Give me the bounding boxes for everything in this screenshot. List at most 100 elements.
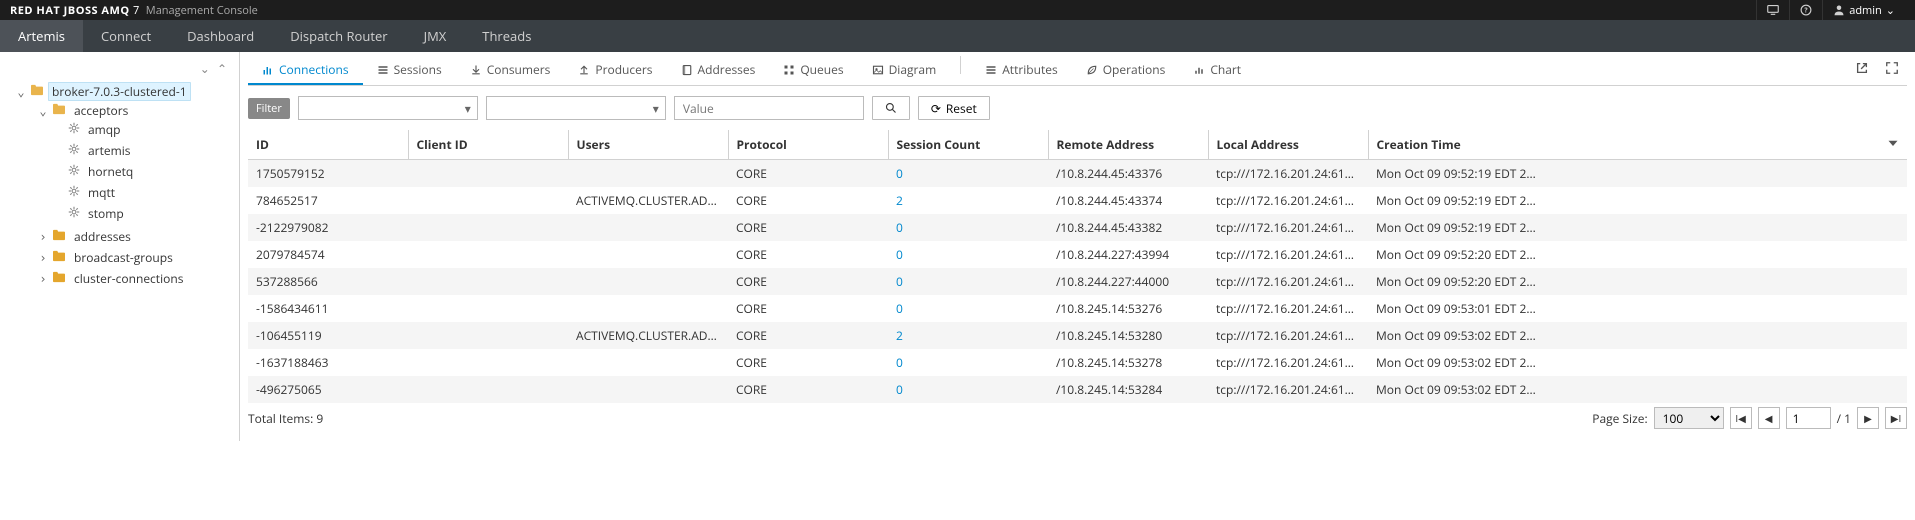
col-users[interactable]: Users xyxy=(568,130,728,160)
table-row[interactable]: 1750579152CORE0/10.8.244.45:43376tcp:///… xyxy=(248,160,1907,188)
help-icon[interactable]: ? xyxy=(1789,0,1822,20)
table-row[interactable]: -496275065CORE0/10.8.245.14:53284tcp:///… xyxy=(248,376,1907,403)
tree-twisty[interactable]: › xyxy=(38,272,48,286)
session-count-link[interactable]: 0 xyxy=(896,246,903,263)
pager-next-button[interactable]: ▶ xyxy=(1857,407,1879,429)
table-row[interactable]: 2079784574CORE0/10.8.244.227:43994tcp://… xyxy=(248,241,1907,268)
gear-icon xyxy=(68,143,80,155)
tree-node-broadcast-groups[interactable]: broadcast-groups xyxy=(70,248,177,267)
col-remote-address[interactable]: Remote Address xyxy=(1048,130,1208,160)
col-protocol[interactable]: Protocol xyxy=(728,130,888,160)
tree-twisty[interactable]: ⌄ xyxy=(16,85,26,99)
page-size-select[interactable]: 100 xyxy=(1654,407,1724,429)
external-link-icon[interactable] xyxy=(1855,61,1869,79)
tab-connections[interactable]: Connections xyxy=(248,53,363,85)
tree-node-cluster-connections[interactable]: cluster-connections xyxy=(70,269,187,288)
nav-item-artemis[interactable]: Artemis xyxy=(0,20,83,52)
collapse-all-icon[interactable]: ⌄ xyxy=(200,60,210,77)
col-creation-time[interactable]: Creation Time xyxy=(1368,130,1907,160)
monitor-icon[interactable] xyxy=(1756,0,1789,20)
col-id[interactable]: ID xyxy=(248,130,408,160)
col-client-id[interactable]: Client ID xyxy=(408,130,568,160)
download-icon xyxy=(470,64,482,76)
nav-item-dashboard[interactable]: Dashboard xyxy=(169,20,272,52)
cell: /10.8.244.45:43376 xyxy=(1048,160,1208,188)
folder-icon xyxy=(52,250,66,262)
pager-page-input[interactable] xyxy=(1786,407,1831,429)
fullscreen-icon[interactable] xyxy=(1885,61,1899,79)
tree-node-amqp[interactable]: amqp xyxy=(84,120,124,139)
cell xyxy=(408,160,568,188)
cell: tcp:///172.16.201.24:61616 xyxy=(1208,241,1368,268)
table-row[interactable]: -2122979082CORE0/10.8.244.45:43382tcp://… xyxy=(248,214,1907,241)
tree-node-stomp[interactable]: stomp xyxy=(84,204,128,223)
tree-node-broker-7.0.3-clustered-1[interactable]: broker-7.0.3-clustered-1 xyxy=(48,82,191,101)
col-local-address[interactable]: Local Address xyxy=(1208,130,1368,160)
session-count-link[interactable]: 2 xyxy=(896,192,903,209)
tab-operations[interactable]: Operations xyxy=(1072,53,1180,85)
tab-queues[interactable]: Queues xyxy=(769,53,857,85)
cell: tcp:///172.16.201.24:61616 xyxy=(1208,376,1368,403)
cell: 0 xyxy=(888,295,1048,322)
filter-reset-button[interactable]: ⟳ Reset xyxy=(918,96,990,120)
total-items: Total Items: 9 xyxy=(248,410,323,427)
tab-producers[interactable]: Producers xyxy=(564,53,666,85)
cell xyxy=(408,214,568,241)
pager-last-button[interactable]: ▶I xyxy=(1885,407,1907,429)
grid-icon xyxy=(783,64,795,76)
tab-consumers[interactable]: Consumers xyxy=(456,53,565,85)
tree-node-acceptors[interactable]: acceptors xyxy=(70,101,132,120)
session-count-link[interactable]: 0 xyxy=(896,219,903,236)
tab-chart[interactable]: Chart xyxy=(1179,53,1255,85)
app-topbar: RED HAT JBOSS AMQ 7 Management Console ?… xyxy=(0,0,1915,20)
session-count-link[interactable]: 0 xyxy=(896,273,903,290)
filter-search-button[interactable] xyxy=(872,96,910,120)
column-settings-icon[interactable] xyxy=(1887,136,1899,153)
cell: 0 xyxy=(888,349,1048,376)
session-count-link[interactable]: 0 xyxy=(896,354,903,371)
filter-field-select[interactable]: ▾ xyxy=(298,96,478,120)
tab-addresses[interactable]: Addresses xyxy=(667,53,770,85)
nav-item-dispatch-router[interactable]: Dispatch Router xyxy=(272,20,405,52)
list-icon xyxy=(377,64,389,76)
table-row[interactable]: 784652517ACTIVEMQ.CLUSTER.ADMI...CORE2/1… xyxy=(248,187,1907,214)
nav-item-connect[interactable]: Connect xyxy=(83,20,169,52)
cell: 2 xyxy=(888,322,1048,349)
tree-twisty[interactable]: › xyxy=(38,251,48,265)
cell: /10.8.245.14:53276 xyxy=(1048,295,1208,322)
cell: /10.8.245.14:53284 xyxy=(1048,376,1208,403)
tree-node-hornetq[interactable]: hornetq xyxy=(84,162,137,181)
cell: -1637188463 xyxy=(248,349,408,376)
cell: tcp:///172.16.201.24:61616 xyxy=(1208,295,1368,322)
cell: CORE xyxy=(728,376,888,403)
session-count-link[interactable]: 0 xyxy=(896,165,903,182)
tree-twisty[interactable]: ⌄ xyxy=(38,104,48,118)
table-row[interactable]: -1637188463CORE0/10.8.245.14:53278tcp://… xyxy=(248,349,1907,376)
tab-sessions[interactable]: Sessions xyxy=(363,53,456,85)
table-row[interactable]: 537288566CORE0/10.8.244.227:44000tcp:///… xyxy=(248,268,1907,295)
session-count-link[interactable]: 0 xyxy=(896,300,903,317)
expand-all-icon[interactable]: ⌃ xyxy=(217,60,227,77)
session-count-link[interactable]: 0 xyxy=(896,381,903,398)
table-row[interactable]: -106455119ACTIVEMQ.CLUSTER.ADMI...CORE2/… xyxy=(248,322,1907,349)
tab-attributes[interactable]: Attributes xyxy=(971,53,1072,85)
table-row[interactable]: -1586434611CORE0/10.8.245.14:53276tcp://… xyxy=(248,295,1907,322)
cell: 0 xyxy=(888,241,1048,268)
nav-item-threads[interactable]: Threads xyxy=(464,20,549,52)
tree-twisty[interactable]: › xyxy=(38,230,48,244)
nav-item-jmx[interactable]: JMX xyxy=(406,20,465,52)
pager-prev-button[interactable]: ◀ xyxy=(1758,407,1780,429)
filter-op-select[interactable]: ▾ xyxy=(486,96,666,120)
session-count-link[interactable]: 2 xyxy=(896,327,903,344)
tab-diagram[interactable]: Diagram xyxy=(858,53,951,85)
tab-separator xyxy=(960,56,961,74)
tree-node-mqtt[interactable]: mqtt xyxy=(84,183,119,202)
filter-value-input[interactable] xyxy=(674,96,864,120)
tree-node-artemis[interactable]: artemis xyxy=(84,141,134,160)
pager-first-button[interactable]: I◀ xyxy=(1730,407,1752,429)
cell xyxy=(568,268,728,295)
cell: Mon Oct 09 09:52:20 EDT 2... xyxy=(1368,268,1907,295)
user-menu[interactable]: admin ⌄ xyxy=(1822,0,1905,20)
tree-node-addresses[interactable]: addresses xyxy=(70,227,135,246)
col-session-count[interactable]: Session Count xyxy=(888,130,1048,160)
